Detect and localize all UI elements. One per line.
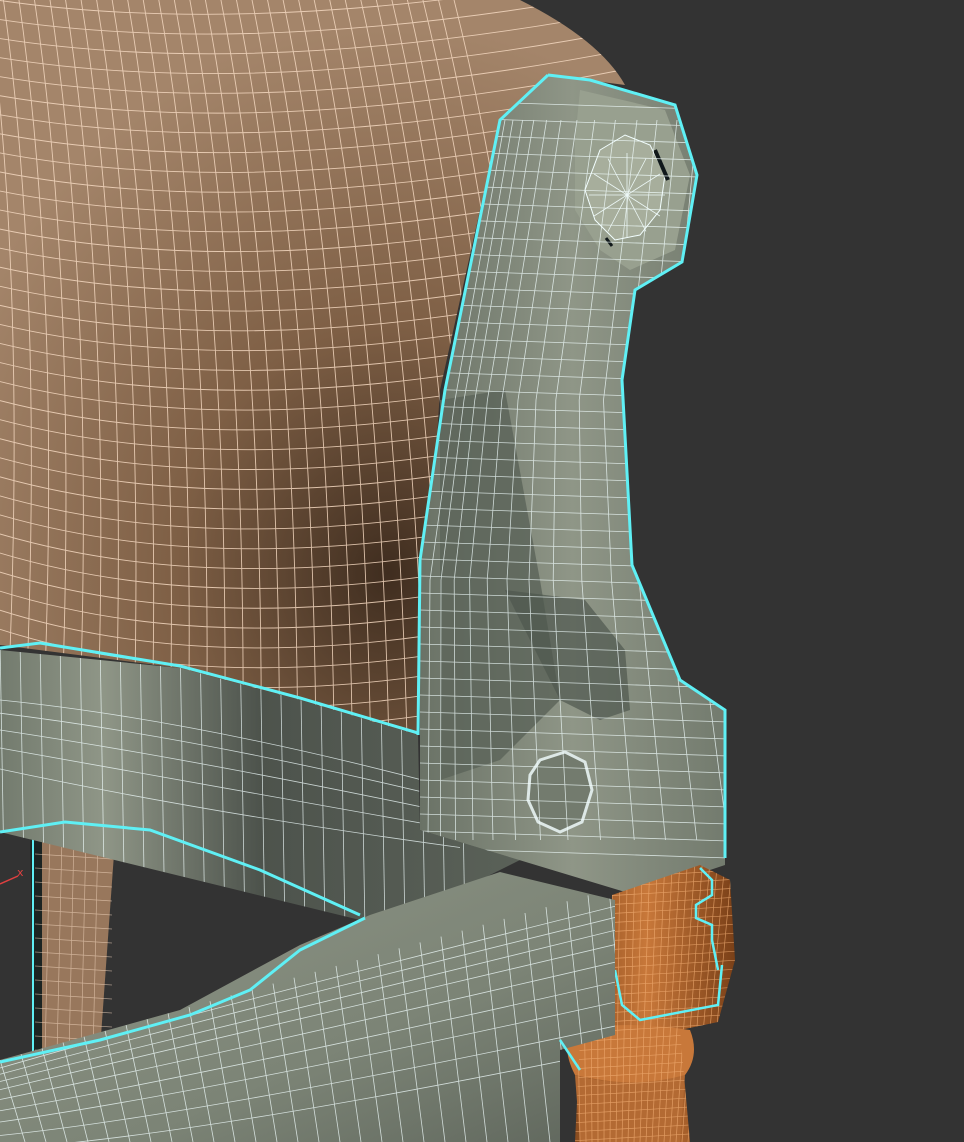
viewport-scene[interactable] xyxy=(0,0,964,1142)
3d-viewport[interactable]: x xyxy=(0,0,964,1142)
axis-gizmo-icon xyxy=(0,875,19,885)
rear-leg[interactable] xyxy=(30,832,115,1060)
